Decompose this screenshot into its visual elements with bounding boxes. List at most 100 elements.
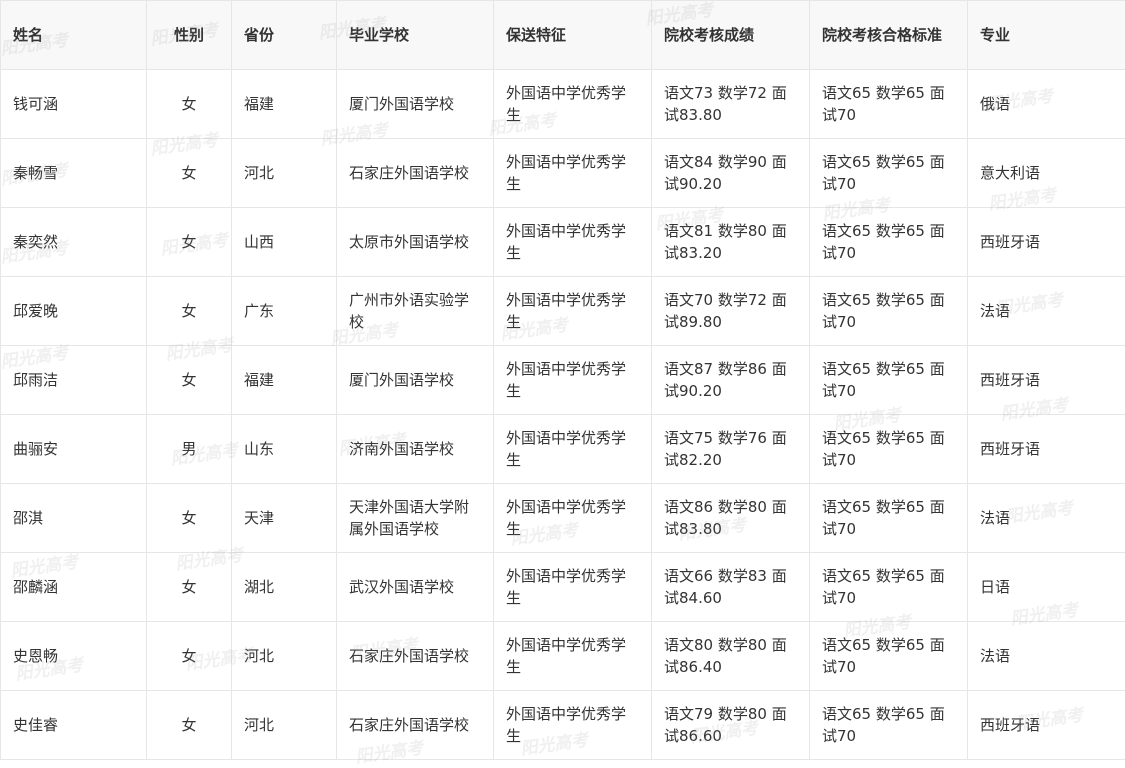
table-row: 邵麟涵 女 湖北 武汉外国语学校 外国语中学优秀学生 语文66 数学83 面试8…	[1, 553, 1125, 622]
cell-name: 邱爱晚	[1, 277, 147, 346]
cell-school: 广州市外语实验学校	[337, 277, 494, 346]
cell-gender: 女	[147, 70, 232, 139]
table-row: 曲骊安 男 山东 济南外国语学校 外国语中学优秀学生 语文75 数学76 面试8…	[1, 415, 1125, 484]
cell-feature: 外国语中学优秀学生	[494, 346, 652, 415]
table-row: 秦畅雪 女 河北 石家庄外国语学校 外国语中学优秀学生 语文84 数学90 面试…	[1, 139, 1125, 208]
cell-feature: 外国语中学优秀学生	[494, 70, 652, 139]
cell-feature: 外国语中学优秀学生	[494, 553, 652, 622]
cell-score: 语文84 数学90 面试90.20	[652, 139, 810, 208]
cell-score: 语文86 数学80 面试83.80	[652, 484, 810, 553]
cell-province: 河北	[232, 622, 337, 691]
cell-name: 邵淇	[1, 484, 147, 553]
table-row: 秦奕然 女 山西 太原市外国语学校 外国语中学优秀学生 语文81 数学80 面试…	[1, 208, 1125, 277]
cell-gender: 女	[147, 277, 232, 346]
cell-feature: 外国语中学优秀学生	[494, 691, 652, 760]
header-major: 专业	[968, 1, 1125, 70]
cell-name: 秦畅雪	[1, 139, 147, 208]
cell-standard: 语文65 数学65 面试70	[810, 208, 968, 277]
cell-score: 语文81 数学80 面试83.20	[652, 208, 810, 277]
header-score: 院校考核成绩	[652, 1, 810, 70]
cell-province: 河北	[232, 139, 337, 208]
cell-school: 石家庄外国语学校	[337, 622, 494, 691]
cell-major: 俄语	[968, 70, 1125, 139]
cell-province: 福建	[232, 70, 337, 139]
cell-major: 意大利语	[968, 139, 1125, 208]
cell-school: 厦门外国语学校	[337, 70, 494, 139]
table-row: 史佳睿 女 河北 石家庄外国语学校 外国语中学优秀学生 语文79 数学80 面试…	[1, 691, 1125, 760]
cell-gender: 男	[147, 415, 232, 484]
table-row: 钱可涵 女 福建 厦门外国语学校 外国语中学优秀学生 语文73 数学72 面试8…	[1, 70, 1125, 139]
cell-gender: 女	[147, 622, 232, 691]
cell-feature: 外国语中学优秀学生	[494, 622, 652, 691]
cell-standard: 语文65 数学65 面试70	[810, 346, 968, 415]
cell-province: 山东	[232, 415, 337, 484]
cell-gender: 女	[147, 208, 232, 277]
cell-major: 法语	[968, 622, 1125, 691]
header-province: 省份	[232, 1, 337, 70]
cell-school: 武汉外国语学校	[337, 553, 494, 622]
cell-school: 石家庄外国语学校	[337, 691, 494, 760]
cell-gender: 女	[147, 139, 232, 208]
cell-major: 西班牙语	[968, 208, 1125, 277]
cell-standard: 语文65 数学65 面试70	[810, 277, 968, 346]
cell-name: 邱雨洁	[1, 346, 147, 415]
cell-gender: 女	[147, 346, 232, 415]
cell-province: 河北	[232, 691, 337, 760]
cell-score: 语文80 数学80 面试86.40	[652, 622, 810, 691]
header-school: 毕业学校	[337, 1, 494, 70]
cell-feature: 外国语中学优秀学生	[494, 277, 652, 346]
header-standard: 院校考核合格标准	[810, 1, 968, 70]
cell-name: 史佳睿	[1, 691, 147, 760]
cell-standard: 语文65 数学65 面试70	[810, 622, 968, 691]
cell-gender: 女	[147, 484, 232, 553]
cell-gender: 女	[147, 553, 232, 622]
cell-name: 钱可涵	[1, 70, 147, 139]
header-gender: 性别	[147, 1, 232, 70]
cell-score: 语文75 数学76 面试82.20	[652, 415, 810, 484]
table-row: 邱爱晚 女 广东 广州市外语实验学校 外国语中学优秀学生 语文70 数学72 面…	[1, 277, 1125, 346]
cell-major: 法语	[968, 277, 1125, 346]
table-row: 邵淇 女 天津 天津外国语大学附属外国语学校 外国语中学优秀学生 语文86 数学…	[1, 484, 1125, 553]
cell-province: 天津	[232, 484, 337, 553]
cell-standard: 语文65 数学65 面试70	[810, 415, 968, 484]
table-header-row: 姓名 性别 省份 毕业学校 保送特征 院校考核成绩 院校考核合格标准 专业	[1, 1, 1125, 70]
cell-feature: 外国语中学优秀学生	[494, 139, 652, 208]
cell-standard: 语文65 数学65 面试70	[810, 70, 968, 139]
cell-standard: 语文65 数学65 面试70	[810, 484, 968, 553]
header-feature: 保送特征	[494, 1, 652, 70]
cell-feature: 外国语中学优秀学生	[494, 208, 652, 277]
cell-province: 广东	[232, 277, 337, 346]
cell-name: 史恩畅	[1, 622, 147, 691]
cell-standard: 语文65 数学65 面试70	[810, 691, 968, 760]
cell-school: 石家庄外国语学校	[337, 139, 494, 208]
cell-score: 语文87 数学86 面试90.20	[652, 346, 810, 415]
cell-standard: 语文65 数学65 面试70	[810, 139, 968, 208]
table-row: 邱雨洁 女 福建 厦门外国语学校 外国语中学优秀学生 语文87 数学86 面试9…	[1, 346, 1125, 415]
cell-feature: 外国语中学优秀学生	[494, 415, 652, 484]
cell-major: 日语	[968, 553, 1125, 622]
cell-school: 天津外国语大学附属外国语学校	[337, 484, 494, 553]
header-name: 姓名	[1, 1, 147, 70]
cell-score: 语文79 数学80 面试86.60	[652, 691, 810, 760]
cell-feature: 外国语中学优秀学生	[494, 484, 652, 553]
cell-score: 语文73 数学72 面试83.80	[652, 70, 810, 139]
cell-name: 曲骊安	[1, 415, 147, 484]
cell-name: 秦奕然	[1, 208, 147, 277]
cell-major: 西班牙语	[968, 415, 1125, 484]
table-row: 史恩畅 女 河北 石家庄外国语学校 外国语中学优秀学生 语文80 数学80 面试…	[1, 622, 1125, 691]
cell-major: 西班牙语	[968, 346, 1125, 415]
cell-major: 西班牙语	[968, 691, 1125, 760]
cell-province: 山西	[232, 208, 337, 277]
cell-school: 厦门外国语学校	[337, 346, 494, 415]
cell-school: 太原市外国语学校	[337, 208, 494, 277]
cell-gender: 女	[147, 691, 232, 760]
cell-standard: 语文65 数学65 面试70	[810, 553, 968, 622]
cell-province: 湖北	[232, 553, 337, 622]
cell-name: 邵麟涵	[1, 553, 147, 622]
admission-results-table: 姓名 性别 省份 毕业学校 保送特征 院校考核成绩 院校考核合格标准 专业 钱可…	[0, 0, 1125, 760]
cell-province: 福建	[232, 346, 337, 415]
cell-major: 法语	[968, 484, 1125, 553]
cell-score: 语文66 数学83 面试84.60	[652, 553, 810, 622]
cell-score: 语文70 数学72 面试89.80	[652, 277, 810, 346]
cell-school: 济南外国语学校	[337, 415, 494, 484]
